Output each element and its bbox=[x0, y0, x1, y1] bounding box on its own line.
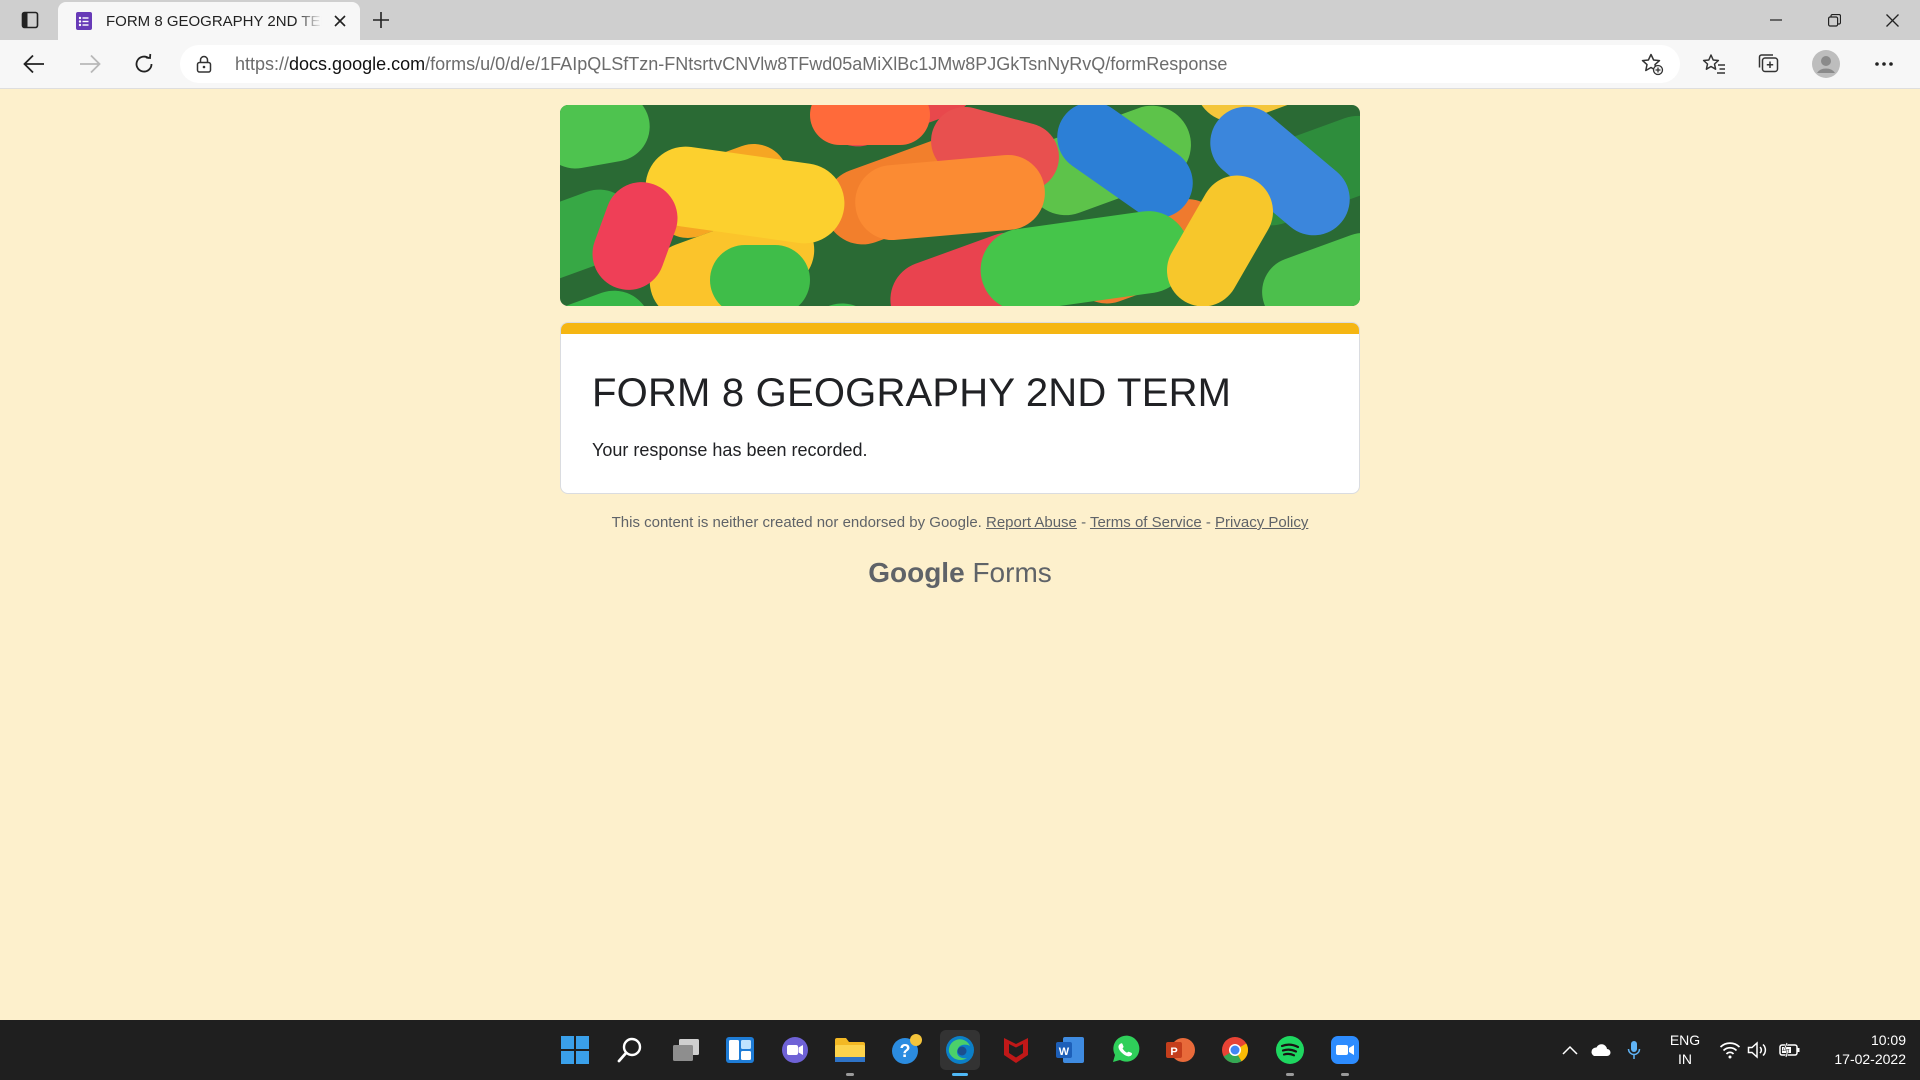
onedrive-icon[interactable] bbox=[1588, 1038, 1612, 1062]
tab-actions-icon[interactable] bbox=[12, 6, 48, 34]
form-accent-bar bbox=[561, 323, 1359, 334]
browser-tab[interactable]: FORM 8 GEOGRAPHY 2ND TERM bbox=[58, 2, 360, 40]
browser-toolbar: https://docs.google.com/forms/u/0/d/e/1F… bbox=[0, 40, 1920, 89]
language-code: ENG bbox=[1669, 1032, 1701, 1048]
google-forms-favicon-icon bbox=[74, 11, 94, 31]
url-path: /forms/u/0/d/e/1FAIpQLSfTzn-FNtsrtvCNVlw… bbox=[425, 54, 1228, 74]
spotify-icon[interactable] bbox=[1270, 1030, 1310, 1076]
lock-icon[interactable] bbox=[196, 55, 212, 78]
restore-button[interactable] bbox=[1806, 0, 1862, 40]
report-abuse-link[interactable]: Report Abuse bbox=[986, 514, 1077, 531]
favorites-icon[interactable] bbox=[1696, 48, 1732, 80]
running-indicator bbox=[846, 1073, 854, 1076]
search-icon[interactable] bbox=[610, 1030, 650, 1070]
separator: - bbox=[1201, 514, 1216, 531]
url-prefix: https:// bbox=[235, 54, 290, 74]
collections-icon[interactable] bbox=[1751, 48, 1787, 80]
privacy-policy-link[interactable]: Privacy Policy bbox=[1215, 514, 1308, 531]
forward-button[interactable] bbox=[72, 48, 108, 80]
file-explorer-icon[interactable] bbox=[830, 1030, 870, 1076]
svg-text:P: P bbox=[1170, 1046, 1177, 1058]
widgets-icon[interactable] bbox=[720, 1030, 760, 1070]
chrome-icon[interactable] bbox=[1215, 1030, 1255, 1070]
clock-time: 10:09 bbox=[1870, 1032, 1906, 1048]
header-image bbox=[560, 105, 1360, 306]
refresh-button[interactable] bbox=[126, 48, 162, 80]
running-indicator bbox=[1341, 1073, 1349, 1076]
edge-taskbar-icon[interactable] bbox=[940, 1030, 980, 1076]
clock[interactable]: 10:09 17-02-2022 bbox=[1806, 1031, 1906, 1069]
more-options-icon[interactable] bbox=[1866, 48, 1902, 80]
disclaimer: This content is neither created nor endo… bbox=[0, 514, 1920, 531]
taskbar: ? W P ENG IN 10:09 17-02-2022 bbox=[0, 1020, 1920, 1080]
svg-text:?: ? bbox=[900, 1041, 911, 1061]
form-card: FORM 8 GEOGRAPHY 2ND TERM Your response … bbox=[560, 322, 1360, 494]
mcafee-icon[interactable] bbox=[996, 1030, 1036, 1070]
start-button[interactable] bbox=[555, 1030, 595, 1070]
svg-text:W: W bbox=[1059, 1046, 1070, 1058]
wifi-icon[interactable] bbox=[1718, 1038, 1742, 1062]
google-forms-logo[interactable]: Google Forms bbox=[0, 557, 1920, 589]
powerpoint-icon[interactable]: P bbox=[1160, 1030, 1200, 1070]
form-title: FORM 8 GEOGRAPHY 2ND TERM bbox=[592, 371, 1232, 415]
get-help-icon[interactable]: ? bbox=[886, 1030, 926, 1070]
volume-icon[interactable] bbox=[1746, 1038, 1770, 1062]
google-wordmark: Google bbox=[868, 557, 965, 588]
minimize-button[interactable] bbox=[1748, 0, 1804, 40]
address-bar[interactable]: https://docs.google.com/forms/u/0/d/e/1F… bbox=[180, 45, 1680, 83]
add-favorite-icon[interactable] bbox=[1636, 48, 1668, 80]
separator: - bbox=[1076, 514, 1090, 531]
battery-icon[interactable] bbox=[1778, 1038, 1802, 1062]
input-language[interactable]: ENG IN bbox=[1662, 1031, 1708, 1069]
running-indicator bbox=[1286, 1073, 1294, 1076]
url-text[interactable]: https://docs.google.com/forms/u/0/d/e/1F… bbox=[235, 54, 1227, 75]
zoom-icon[interactable] bbox=[1325, 1030, 1365, 1076]
forms-wordmark: Forms bbox=[972, 557, 1052, 588]
word-icon[interactable]: W bbox=[1050, 1030, 1090, 1070]
profile-avatar[interactable] bbox=[1808, 48, 1844, 80]
confirmation-message: Your response has been recorded. bbox=[592, 440, 868, 460]
new-tab-button[interactable] bbox=[366, 6, 396, 34]
close-window-button[interactable] bbox=[1864, 0, 1920, 40]
tab-title: FORM 8 GEOGRAPHY 2ND TERM bbox=[106, 12, 322, 30]
url-host: docs.google.com bbox=[289, 54, 426, 74]
whatsapp-icon[interactable] bbox=[1105, 1030, 1145, 1070]
microphone-icon[interactable] bbox=[1622, 1038, 1646, 1062]
terms-of-service-link[interactable]: Terms of Service bbox=[1090, 514, 1202, 531]
back-button[interactable] bbox=[16, 48, 52, 80]
clock-date: 17-02-2022 bbox=[1834, 1051, 1906, 1067]
active-indicator bbox=[952, 1073, 968, 1076]
tab-strip: FORM 8 GEOGRAPHY 2ND TERM bbox=[0, 0, 1920, 40]
disclaimer-text: This content is neither created nor endo… bbox=[611, 514, 982, 531]
region-code: IN bbox=[1678, 1051, 1692, 1067]
task-view-icon[interactable] bbox=[666, 1030, 706, 1070]
tab-close-icon[interactable] bbox=[328, 9, 352, 33]
teams-chat-icon[interactable] bbox=[775, 1030, 815, 1070]
show-hidden-icons-icon[interactable] bbox=[1558, 1038, 1582, 1062]
